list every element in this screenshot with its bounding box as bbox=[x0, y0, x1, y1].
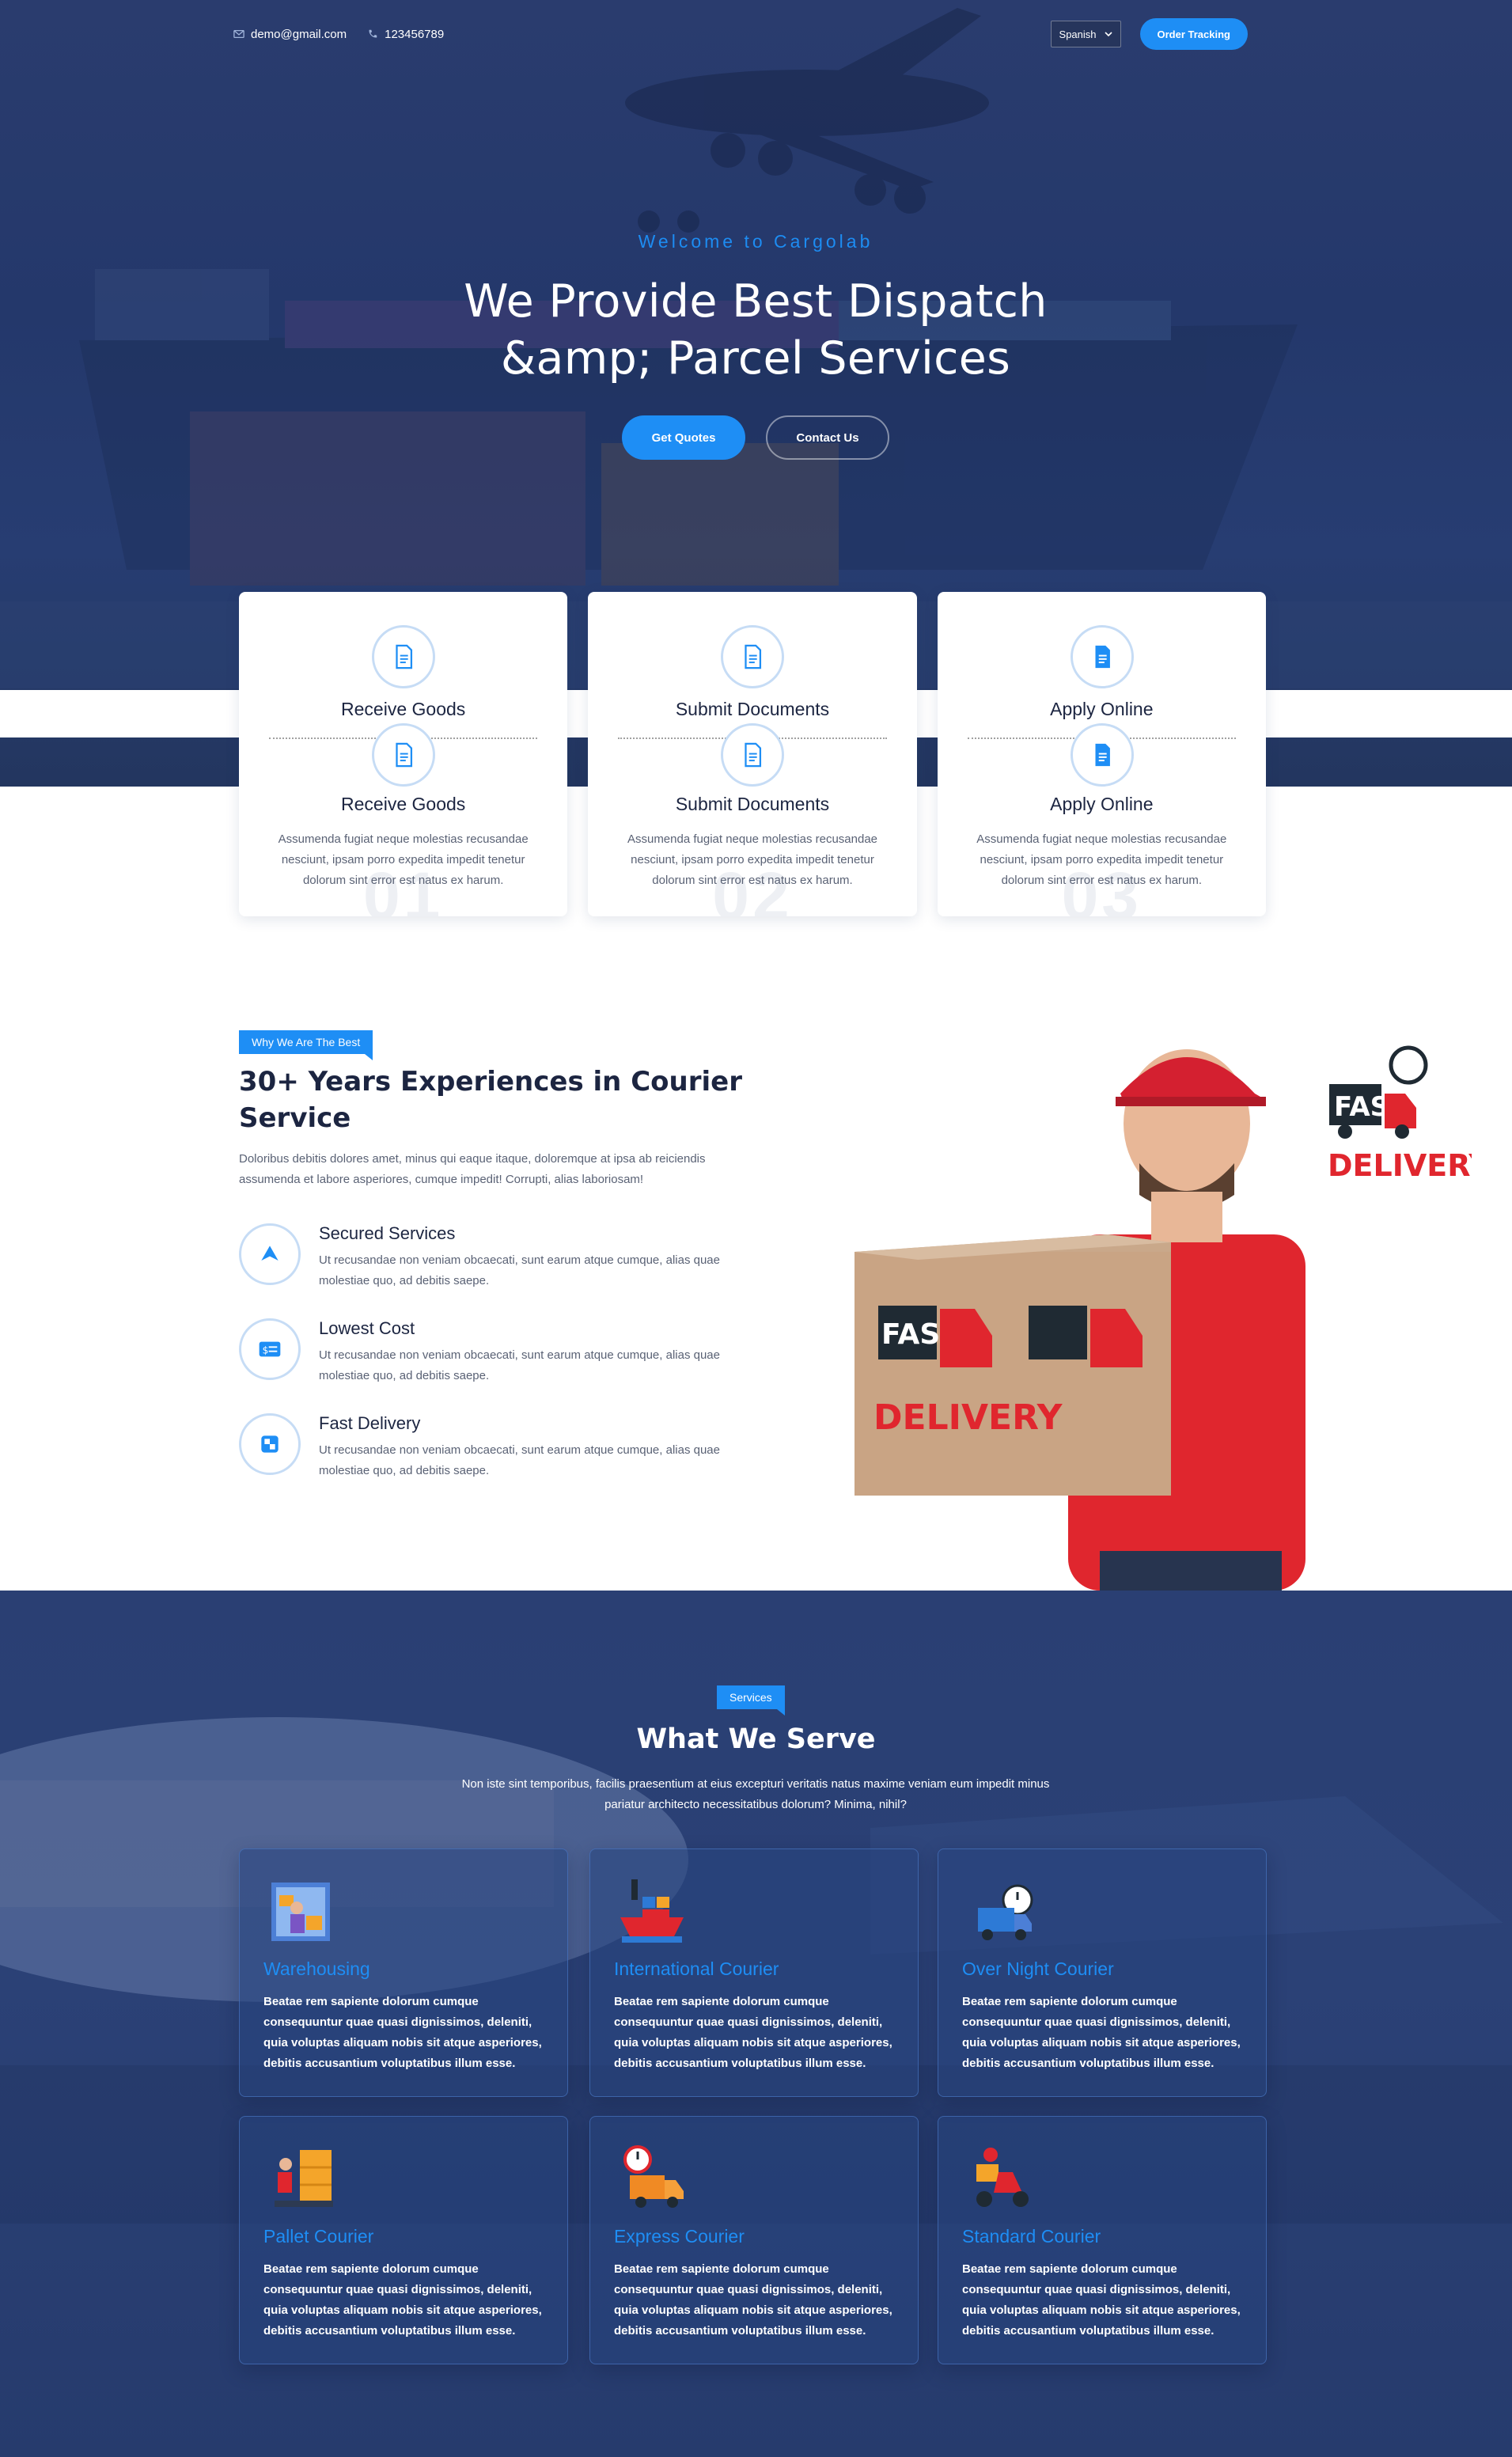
feature-title-ghost: Submit Documents bbox=[675, 699, 830, 719]
hero-content: Welcome to Cargolab We Provide Best Disp… bbox=[360, 231, 1151, 460]
service-desc: Beatae rem sapiente dolorum cumque conse… bbox=[614, 2262, 892, 2338]
topbar-contacts: demo@gmail.com 123456789 bbox=[233, 28, 444, 41]
why-item-desc: Ut recusandae non veniam obcaecati, sunt… bbox=[319, 1348, 720, 1382]
why-desc: Doloribus debitis dolores amet, minus qu… bbox=[239, 1152, 706, 1186]
document-icon bbox=[396, 742, 413, 768]
why-item-title: Lowest Cost bbox=[319, 1318, 415, 1338]
services-section: Services What We Serve Non iste sint tem… bbox=[0, 1591, 1512, 2457]
contact-us-button[interactable]: Contact Us bbox=[766, 415, 889, 460]
services-desc: Non iste sint temporibus, facilis praese… bbox=[461, 1777, 1050, 1811]
warehouse-icon bbox=[271, 1883, 330, 1941]
why-icon-ring bbox=[239, 1223, 301, 1285]
delivery-icon bbox=[261, 1435, 279, 1453]
phone-link[interactable]: 123456789 bbox=[367, 28, 444, 41]
why-item-desc: Ut recusandae non veniam obcaecati, sunt… bbox=[319, 1443, 720, 1477]
service-desc: Beatae rem sapiente dolorum cumque conse… bbox=[614, 1995, 892, 2070]
why-item-title: Secured Services bbox=[319, 1223, 456, 1243]
feature-icon-ring bbox=[372, 625, 435, 688]
get-quotes-button[interactable]: Get Quotes bbox=[622, 415, 745, 460]
why-badge: Why We Are The Best bbox=[239, 1030, 373, 1060]
phone-icon bbox=[369, 29, 377, 38]
hero-title: We Provide Best Dispatch &amp; Parcel Se… bbox=[360, 273, 1151, 387]
topbar-actions: Spanish Order Tracking bbox=[1050, 18, 1248, 50]
feature-title-ghost: Receive Goods bbox=[341, 699, 466, 719]
hero-title-line2: &amp; Parcel Services bbox=[500, 332, 1011, 385]
feature-icon-ring bbox=[1070, 723, 1134, 787]
service-card-standard-courier[interactable]: Standard Courier Beatae rem sapiente dol… bbox=[938, 2116, 1267, 2364]
language-select[interactable]: Spanish bbox=[1050, 21, 1121, 47]
why-item-cost: $ Lowest Cost Ut recusandae non veniam o… bbox=[239, 1318, 793, 1390]
service-desc: Beatae rem sapiente dolorum cumque conse… bbox=[263, 1995, 542, 2070]
why-item-secured: Secured Services Ut recusandae non venia… bbox=[239, 1223, 793, 1295]
service-card-warehousing[interactable]: Warehousing Beatae rem sapiente dolorum … bbox=[239, 1848, 568, 2097]
services-badge: Services bbox=[717, 1685, 785, 1716]
courier-illustration: FAST DELIVERY FAST DELIVERY bbox=[855, 1045, 1472, 1591]
money-icon: $ bbox=[259, 1341, 281, 1357]
feature-title: Receive Goods bbox=[341, 794, 466, 814]
order-tracking-button[interactable]: Order Tracking bbox=[1139, 18, 1248, 50]
hero-buttons: Get Quotes Contact Us bbox=[360, 415, 1151, 460]
why-item-fast: Fast Delivery Ut recusandae non veniam o… bbox=[239, 1413, 793, 1484]
feature-desc: Assumenda fugiat neque molestias recusan… bbox=[627, 832, 878, 887]
service-desc: Beatae rem sapiente dolorum cumque conse… bbox=[962, 2262, 1241, 2338]
fast-delivery-logo: FAST DELIVERY bbox=[1328, 1045, 1472, 1183]
service-card-pallet-courier[interactable]: Pallet Courier Beatae rem sapiente dolor… bbox=[239, 2116, 568, 2364]
box-delivery-text: DELIVERY bbox=[873, 1397, 1063, 1438]
document-filled-icon bbox=[1095, 743, 1110, 767]
hero-kicker: Welcome to Cargolab bbox=[638, 231, 873, 252]
feature-icon-ring bbox=[721, 625, 785, 688]
service-desc: Beatae rem sapiente dolorum cumque conse… bbox=[263, 2262, 542, 2338]
email-link[interactable]: demo@gmail.com bbox=[233, 28, 347, 41]
service-card-express-courier[interactable]: Express Courier Beatae rem sapiente dolo… bbox=[589, 2116, 919, 2364]
feature-cards: Receive Goods Receive Goods 01 Assumenda… bbox=[239, 592, 1266, 916]
feature-icon-ring bbox=[372, 723, 435, 787]
delivery-box: FAST DELIVERY bbox=[855, 1234, 1171, 1496]
service-title: Over Night Courier bbox=[962, 1958, 1114, 1979]
chevron-down-icon bbox=[1104, 32, 1112, 37]
feature-desc: Assumenda fugiat neque molestias recusan… bbox=[976, 832, 1227, 887]
why-icon-ring: $ bbox=[239, 1318, 301, 1380]
service-card-international-courier[interactable]: International Courier Beatae rem sapient… bbox=[589, 1848, 919, 2097]
why-item-title: Fast Delivery bbox=[319, 1413, 421, 1433]
feature-card-submit-documents: Submit Documents Submit Documents 02 Ass… bbox=[588, 592, 917, 916]
document-icon bbox=[745, 644, 762, 669]
why-icon-ring bbox=[239, 1413, 301, 1475]
phone-text: 123456789 bbox=[385, 27, 445, 41]
service-card-over-night-courier[interactable]: Over Night Courier Beatae rem sapiente d… bbox=[938, 1848, 1267, 2097]
feature-desc: Assumenda fugiat neque molestias recusan… bbox=[278, 832, 529, 887]
feature-card-receive-goods: Receive Goods Receive Goods 01 Assumenda… bbox=[239, 592, 568, 916]
feature-icon-ring bbox=[1070, 625, 1134, 688]
svg-text:$: $ bbox=[263, 1344, 269, 1356]
top-bar: demo@gmail.com 123456789 Spanish Order T… bbox=[233, 14, 1248, 54]
scooter-courier-icon bbox=[976, 2148, 1029, 2207]
why-item-desc: Ut recusandae non veniam obcaecati, sunt… bbox=[319, 1253, 720, 1287]
service-title: Warehousing bbox=[263, 1958, 370, 1979]
document-icon bbox=[396, 644, 413, 669]
hero-title-line1: We Provide Best Dispatch bbox=[464, 275, 1048, 328]
document-icon bbox=[745, 742, 762, 768]
service-title: Express Courier bbox=[614, 2226, 745, 2247]
services-title: What We Serve bbox=[636, 1723, 876, 1755]
document-filled-icon bbox=[1095, 645, 1110, 669]
overnight-truck-icon bbox=[978, 1884, 1033, 1940]
language-value: Spanish bbox=[1059, 28, 1097, 40]
feature-icon-ring bbox=[721, 723, 785, 787]
service-title: Pallet Courier bbox=[263, 2226, 374, 2247]
service-desc: Beatae rem sapiente dolorum cumque conse… bbox=[962, 1995, 1241, 2070]
feature-title-ghost: Apply Online bbox=[1050, 699, 1154, 719]
service-title: Standard Courier bbox=[962, 2226, 1101, 2247]
feature-title: Submit Documents bbox=[675, 794, 830, 814]
shield-icon bbox=[261, 1246, 279, 1261]
envelope-icon bbox=[233, 29, 244, 39]
why-title: 30+ Years Experiences in Courier Service bbox=[239, 1066, 742, 1134]
pallet-icon bbox=[275, 2150, 333, 2207]
email-text: demo@gmail.com bbox=[251, 27, 347, 41]
feature-title: Apply Online bbox=[1050, 794, 1154, 814]
logo-delivery-text: DELIVERY bbox=[1328, 1148, 1472, 1183]
service-title: International Courier bbox=[614, 1958, 779, 1979]
feature-card-apply-online: Apply Online Apply Online 03 Assumenda f… bbox=[937, 592, 1266, 916]
express-truck-icon bbox=[623, 2145, 684, 2208]
cargo-ship-icon bbox=[620, 1879, 684, 1943]
